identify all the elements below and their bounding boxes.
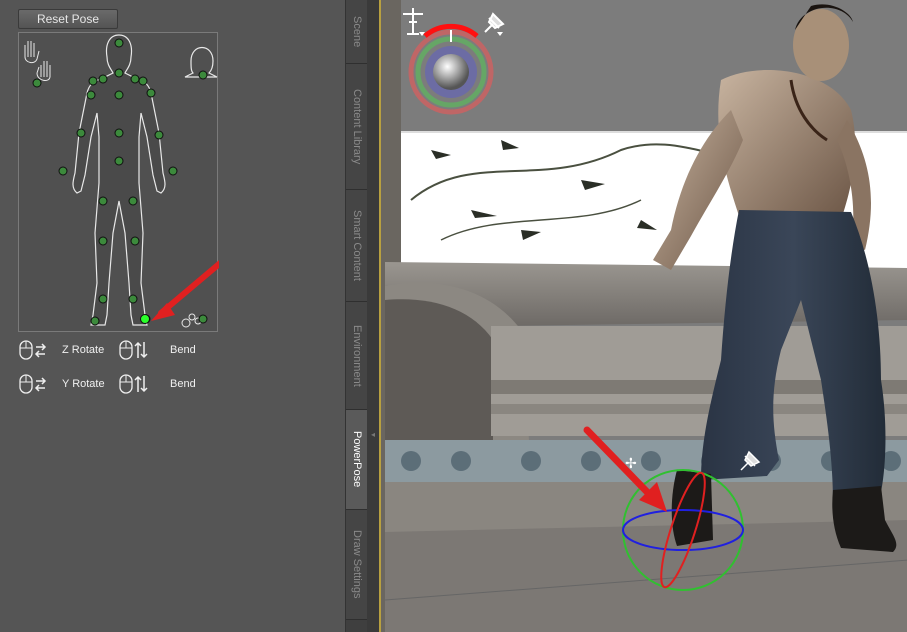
tab-smart-content[interactable]: Smart Content	[346, 190, 368, 302]
chest-node[interactable]	[114, 90, 124, 100]
tab-draw-settings[interactable]: Draw Settings	[346, 510, 368, 620]
forearm-left-node[interactable]	[76, 128, 86, 138]
tab-label: Smart Content	[351, 210, 363, 281]
viewport-scene: ✢	[381, 0, 907, 632]
body-outline	[24, 34, 219, 328]
tab-label: Scene	[351, 15, 363, 48]
tab-label: Draw Settings	[351, 530, 363, 599]
tab-label: Content Library	[351, 88, 363, 165]
collar-left-node[interactable]	[98, 74, 108, 84]
tab-label: Environment	[351, 324, 363, 387]
tab-powerpose[interactable]: PowerPose	[346, 410, 368, 510]
mouse-right-drag-icon	[119, 374, 148, 394]
shin-right-node[interactable]	[128, 294, 138, 304]
upperarm-left-node[interactable]	[86, 90, 96, 100]
pane-splitter[interactable]: ◂	[367, 0, 379, 632]
tab-environment[interactable]: Environment	[346, 302, 368, 410]
control-label: Bend	[170, 378, 196, 390]
hand-right-node[interactable]	[168, 166, 178, 176]
hand-right-icon[interactable]	[36, 61, 51, 81]
shoulder-left-node[interactable]	[88, 76, 98, 86]
mouse-left-drag-icon	[19, 340, 47, 360]
selected-foot-node[interactable]	[140, 314, 150, 324]
control-row-z: Z Rotate Bend	[18, 338, 318, 364]
grip-icon: ◂	[371, 430, 376, 439]
pelvis-node[interactable]	[114, 156, 124, 166]
control-row-y: Y Rotate Bend	[18, 372, 318, 398]
control-label: Z Rotate	[62, 344, 105, 356]
shin-left-node[interactable]	[98, 294, 108, 304]
foot-icon-node[interactable]	[198, 314, 208, 324]
hand-left-node[interactable]	[58, 166, 68, 176]
mouse-left-drag-icon	[19, 374, 47, 394]
mouse-right-drag-icon	[119, 340, 148, 360]
svg-text:✢: ✢	[625, 456, 637, 472]
foot-left-node[interactable]	[90, 316, 100, 326]
thigh-left-node[interactable]	[98, 196, 108, 206]
control-label: Bend	[170, 344, 196, 356]
figure-map	[18, 32, 219, 332]
app-window: Reset Pose Z Rotate Bend Y Rotate Bend S…	[0, 0, 907, 632]
tab-label: PowerPose	[351, 431, 363, 488]
knee-right-node[interactable]	[130, 236, 140, 246]
hand-left-icon[interactable]	[24, 41, 40, 64]
upperarm-right-node[interactable]	[146, 88, 156, 98]
reset-pose-button[interactable]: Reset Pose	[18, 9, 118, 29]
3d-viewport[interactable]: ✢	[379, 0, 907, 632]
collar-right-node[interactable]	[130, 74, 140, 84]
tab-content-library[interactable]: Content Library	[346, 64, 368, 190]
tab-scene[interactable]: Scene	[346, 0, 368, 64]
control-label: Y Rotate	[62, 378, 105, 390]
hand-icon-node[interactable]	[32, 78, 42, 88]
knee-left-node[interactable]	[98, 236, 108, 246]
head-node[interactable]	[114, 38, 124, 48]
thigh-right-node[interactable]	[128, 196, 138, 206]
powerpose-panel: Reset Pose Z Rotate Bend Y Rotate Bend	[0, 0, 345, 632]
shoulder-right-node[interactable]	[138, 76, 148, 86]
abdomen-node[interactable]	[114, 128, 124, 138]
side-tab-strip: Scene Content Library Smart Content Envi…	[345, 0, 368, 632]
foot-icon[interactable]	[181, 313, 202, 328]
head-icon-node[interactable]	[198, 70, 208, 80]
annotation-arrow	[151, 260, 219, 321]
neck-node[interactable]	[114, 68, 124, 78]
forearm-right-node[interactable]	[154, 130, 164, 140]
